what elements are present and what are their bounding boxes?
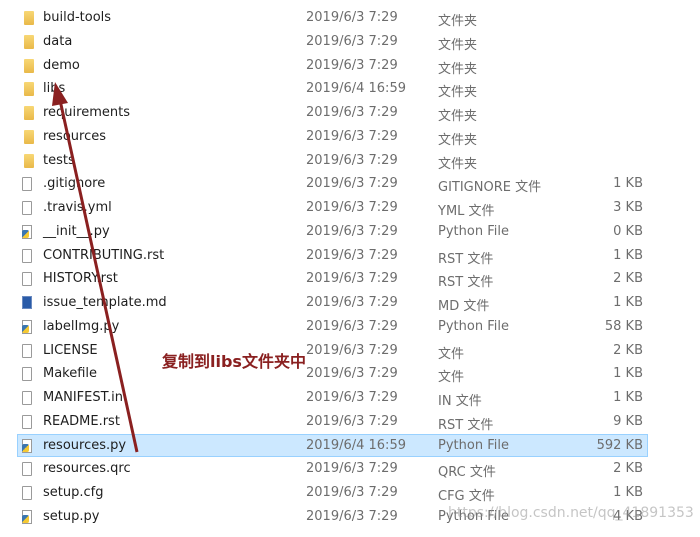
arrowhead-icon [52, 82, 68, 106]
watermark: https://blog.csdn.net/qq_41891353 [448, 505, 694, 521]
annotation-arrow [52, 82, 139, 453]
annotation-text: 复制到libs文件夹中 [162, 352, 306, 371]
